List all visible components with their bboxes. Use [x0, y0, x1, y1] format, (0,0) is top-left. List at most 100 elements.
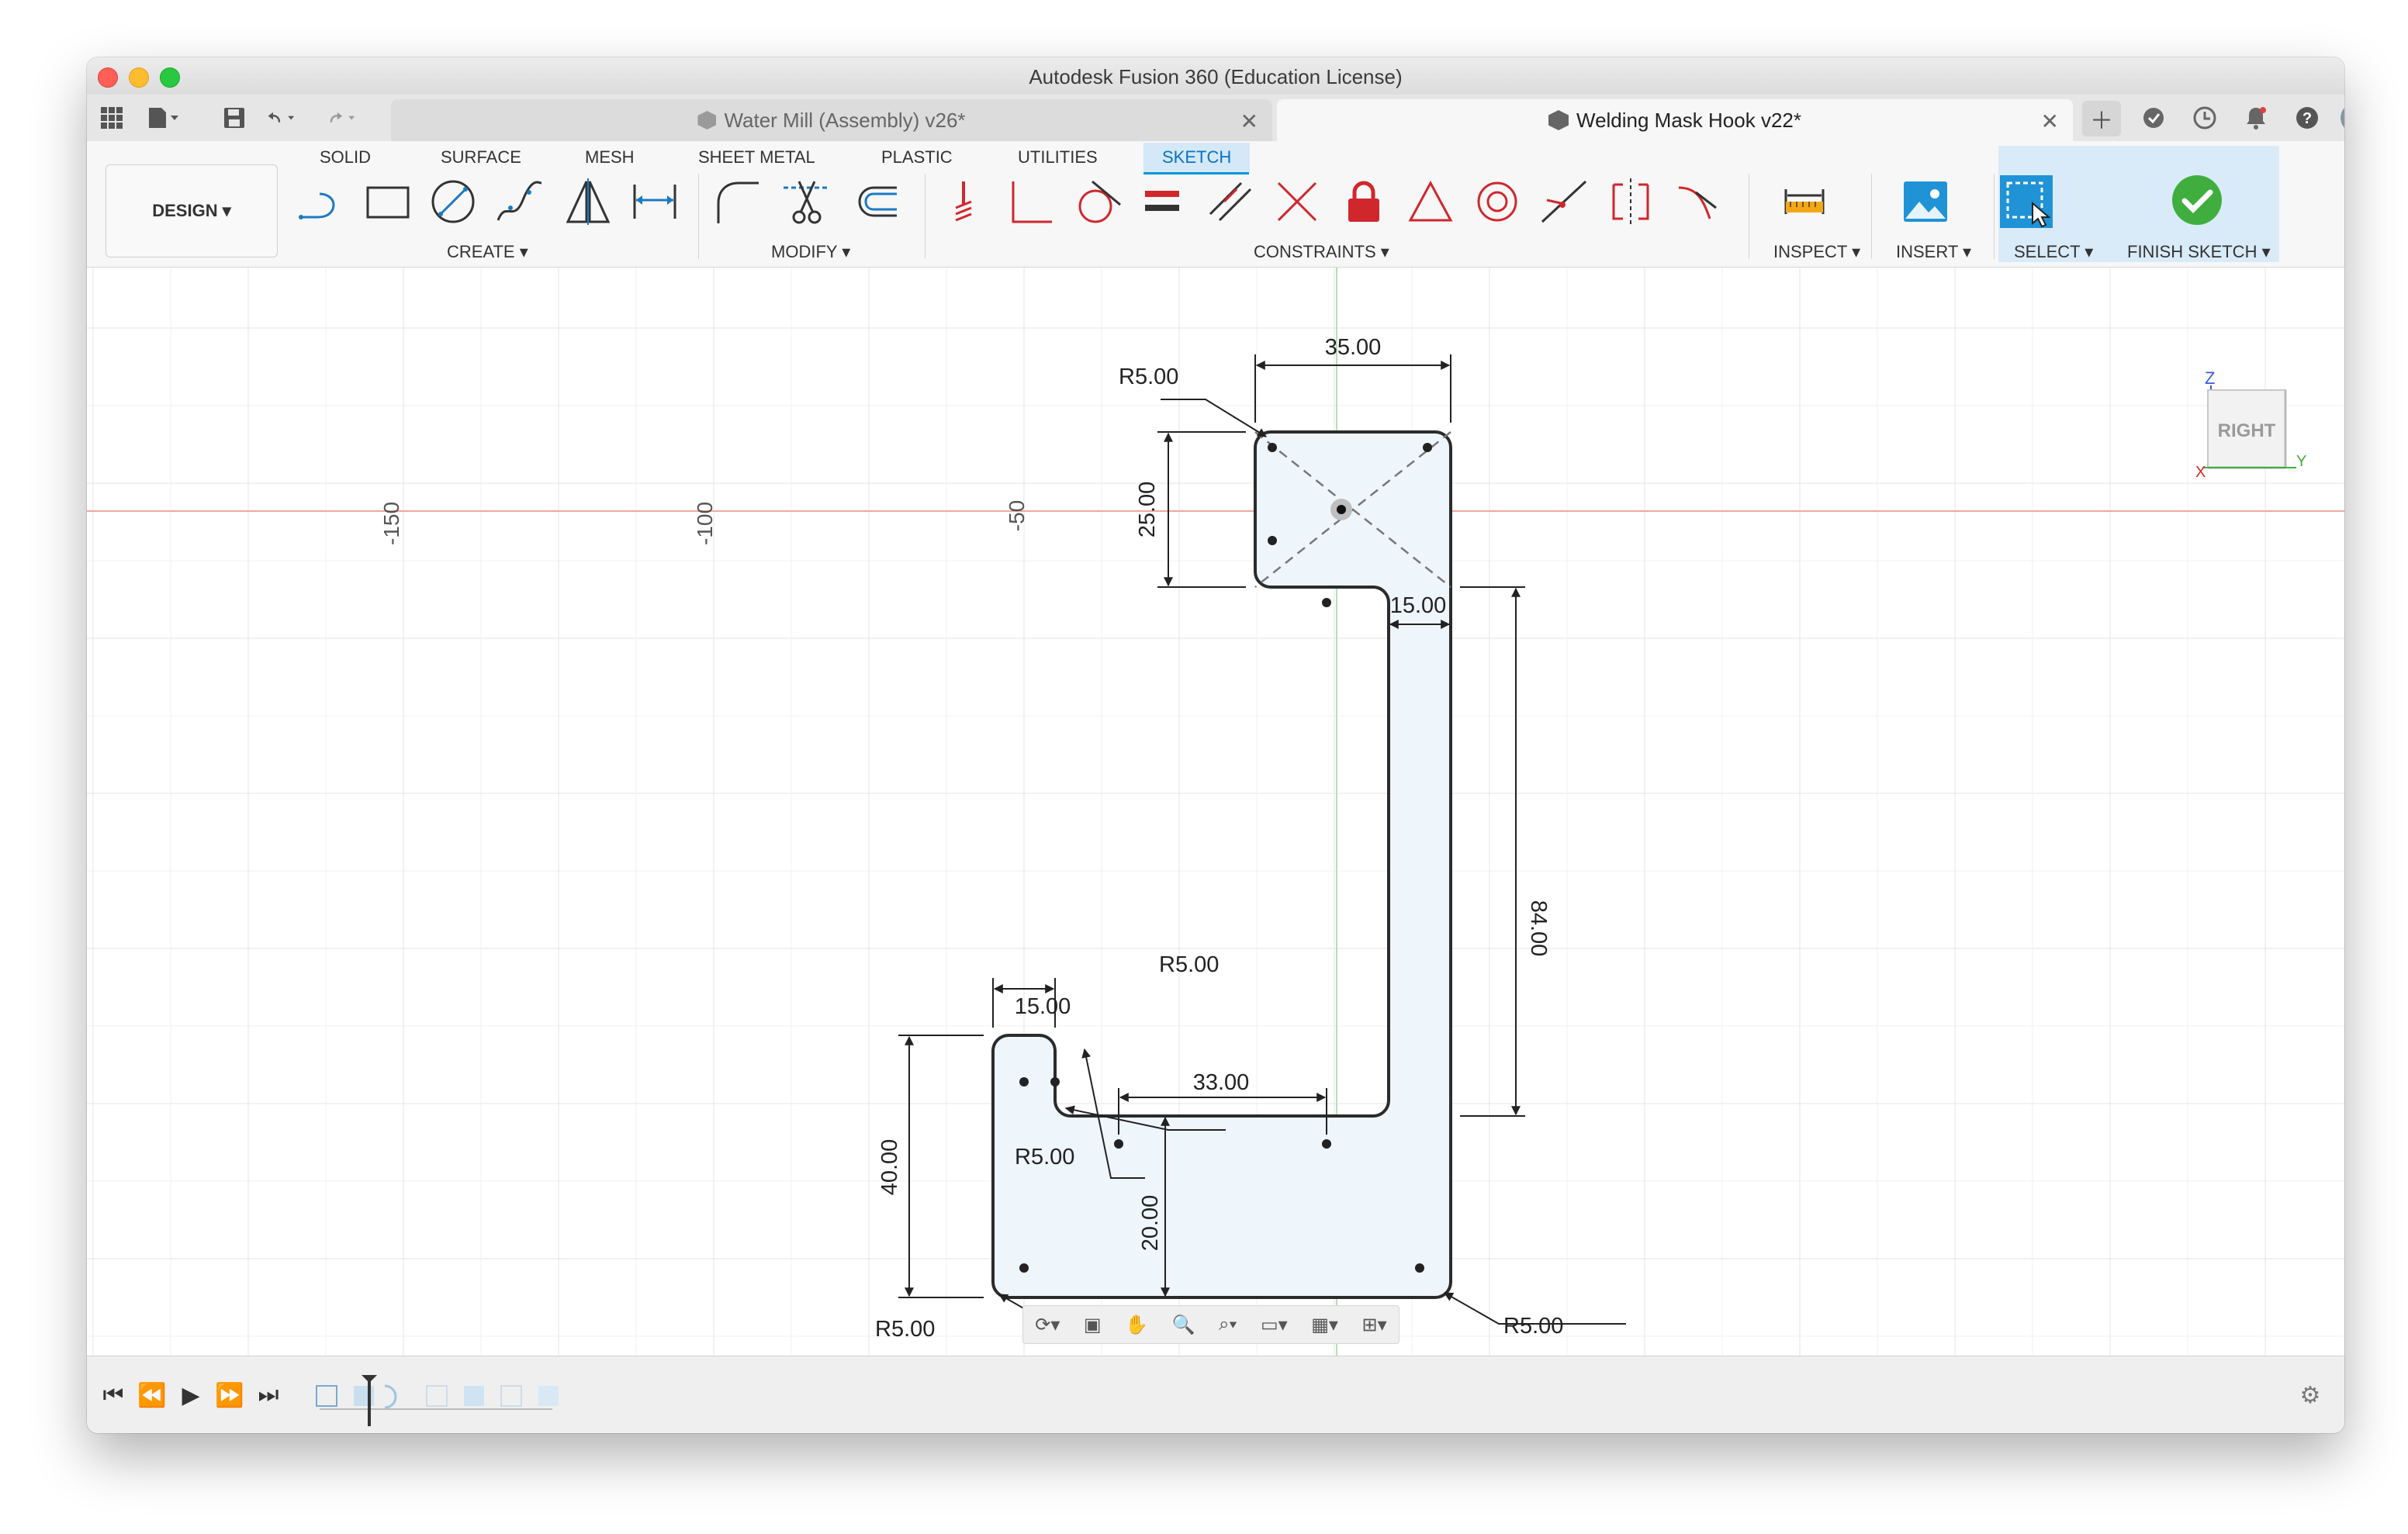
redo-icon[interactable]: [327, 102, 358, 133]
extensions-icon[interactable]: [2138, 102, 2169, 133]
tab-label: Water Mill (Assembly) v26*: [724, 108, 966, 132]
finish-sketch-menu[interactable]: FINISH SKETCH ▾: [2127, 242, 2271, 262]
group-separator: [1994, 174, 1995, 259]
mirror-tool-icon[interactable]: [563, 177, 613, 226]
help-icon[interactable]: ?: [2292, 102, 2323, 133]
tab-mesh[interactable]: MESH: [585, 147, 635, 168]
dimension-label-stem-width: 15.00: [1390, 593, 1447, 618]
viewcube[interactable]: Z RIGHT Y X: [2195, 368, 2306, 481]
viewcube-face-right: RIGHT: [2218, 420, 2276, 441]
symmetry-constraint-icon[interactable]: [1606, 177, 1656, 226]
constraints-menu[interactable]: CONSTRAINTS ▾: [1254, 242, 1389, 262]
file-icon[interactable]: [147, 102, 178, 133]
tab-sketch-underline: [1143, 172, 1249, 174]
look-at-icon[interactable]: ▣: [1084, 1314, 1102, 1336]
grid-settings-icon[interactable]: ▦▾: [1311, 1314, 1338, 1336]
dimension-label-inner-width: 33.00: [1193, 1070, 1250, 1095]
close-tab-icon[interactable]: ✕: [2041, 109, 2059, 134]
tab-surface[interactable]: SURFACE: [441, 147, 521, 168]
new-tab-icon[interactable]: ＋: [2082, 101, 2121, 136]
rectangle-tool-icon[interactable]: [363, 177, 413, 226]
modify-menu[interactable]: MODIFY ▾: [771, 242, 850, 262]
curvature-constraint-icon[interactable]: [1673, 177, 1722, 226]
window-title: Autodesk Fusion 360 (Education License): [1029, 65, 1403, 88]
circle-tool-icon[interactable]: [428, 177, 478, 226]
axis-label-minus-100: -100: [693, 502, 717, 545]
create-menu[interactable]: CREATE ▾: [447, 242, 528, 262]
last-icon[interactable]: ⏭: [253, 1380, 284, 1411]
concentric-constraint-icon[interactable]: [1472, 177, 1522, 226]
zoom-window-icon[interactable]: ⌕▾: [1219, 1314, 1237, 1335]
tab-sketch[interactable]: SKETCH: [1143, 143, 1251, 172]
timeline-features[interactable]: [312, 1372, 583, 1426]
fix-unfix-lock-icon[interactable]: [1339, 177, 1389, 226]
dimension-label-top-height: 25.00: [1135, 482, 1160, 538]
job-status-icon[interactable]: [2189, 102, 2220, 133]
dimension-label-bottom-left-radius: R5.00: [875, 1317, 935, 1342]
trim-tool-icon[interactable]: [780, 177, 830, 226]
equal-constraint-icon[interactable]: [1139, 177, 1188, 226]
notifications-icon[interactable]: [2240, 102, 2271, 133]
app-grid-icon[interactable]: [96, 102, 127, 133]
dimension-label-inner-radius: R5.00: [1015, 1145, 1074, 1170]
timeline-bar: ⏮ ⏪ ▶ ⏩ ⏭ ⚙: [87, 1356, 2344, 1433]
dimension-label-stem-height: 84.00: [1526, 900, 1551, 957]
perpendicular-constraint-icon[interactable]: [1272, 177, 1322, 226]
insert-menu[interactable]: INSERT ▾: [1896, 242, 1971, 262]
dimension-label-top-left-radius: R5.00: [1119, 364, 1178, 389]
tab-water-mill[interactable]: Water Mill (Assembly) v26* ✕: [391, 99, 1272, 141]
dimension-label-top-width: 35.00: [1325, 335, 1382, 360]
document-tab-bar: Water Mill (Assembly) v26* ✕ Welding Mas…: [87, 95, 2344, 142]
pan-icon[interactable]: ✋: [1125, 1314, 1148, 1336]
insert-image-icon[interactable]: [1901, 177, 1950, 226]
tab-utilities[interactable]: UTILITIES: [1018, 147, 1098, 168]
collinear-constraint-icon[interactable]: [1539, 177, 1589, 226]
spline-tool-icon[interactable]: [495, 177, 545, 226]
profile-icon[interactable]: [2340, 102, 2344, 133]
finish-sketch-check-icon[interactable]: [2171, 174, 2223, 226]
design-canvas[interactable]: 35.00 R5.00 25.00 15.00 84.00 R5.00 15.0…: [87, 268, 2344, 1356]
close-tab-icon[interactable]: ✕: [1240, 109, 1258, 134]
app-window: Autodesk Fusion 360 (Education License) …: [87, 57, 2344, 1433]
undo-icon[interactable]: [267, 102, 298, 133]
dimension-tool-icon[interactable]: [630, 177, 680, 226]
axis-label-minus-150: -150: [379, 502, 403, 545]
coincident-constraint-icon[interactable]: [939, 177, 988, 226]
group-separator: [1871, 174, 1872, 259]
offset-tool-icon[interactable]: [850, 177, 900, 226]
settings-gear-icon[interactable]: ⚙: [2295, 1380, 2326, 1411]
play-icon[interactable]: ▶: [175, 1380, 206, 1411]
dimension-label-lower-tab-width: 15.00: [1015, 994, 1071, 1019]
dimension-84: [1460, 586, 1525, 1117]
select-window-icon[interactable]: [1998, 174, 2054, 230]
toolbar-ribbon: SOLID SURFACE MESH SHEET METAL PLASTIC U…: [87, 141, 2344, 268]
select-menu[interactable]: SELECT ▾: [2014, 242, 2093, 262]
tab-sheet-metal[interactable]: SHEET METAL: [698, 147, 815, 168]
line-tool-icon[interactable]: [296, 177, 346, 226]
dimension-35: [1254, 354, 1451, 423]
next-icon[interactable]: ⏩: [214, 1380, 245, 1411]
title-bar: Autodesk Fusion 360 (Education License): [87, 57, 2344, 95]
workspace-switcher-button[interactable]: DESIGN ▾: [106, 164, 278, 257]
zoom-icon[interactable]: 🔍: [1172, 1314, 1195, 1336]
inspect-menu[interactable]: INSPECT ▾: [1773, 242, 1860, 262]
horizontal-vertical-constraint-icon[interactable]: [1005, 177, 1055, 226]
midpoint-constraint-icon[interactable]: [1406, 177, 1455, 226]
dimension-label-bottom-right-radius: R5.00: [1503, 1314, 1563, 1339]
tab-plastic[interactable]: PLASTIC: [881, 147, 953, 168]
tab-label: Welding Mask Hook v22*: [1576, 108, 1801, 132]
parallel-constraint-icon[interactable]: [1206, 177, 1255, 226]
viewports-icon[interactable]: ⊞▾: [1361, 1314, 1386, 1336]
tangent-constraint-icon[interactable]: [1072, 177, 1122, 226]
orbit-icon[interactable]: ⟳▾: [1035, 1314, 1060, 1336]
display-settings-icon[interactable]: ▭▾: [1261, 1314, 1288, 1336]
previous-icon[interactable]: ⏪: [137, 1380, 168, 1411]
save-icon[interactable]: [219, 102, 250, 133]
tab-welding-mask-hook[interactable]: Welding Mask Hook v22* ✕: [1277, 99, 2073, 141]
axis-label-minus-50: -50: [1005, 500, 1029, 531]
first-icon[interactable]: ⏮: [98, 1380, 129, 1411]
fillet-tool-icon[interactable]: [712, 177, 762, 226]
cube-icon: [697, 111, 717, 130]
tab-solid[interactable]: SOLID: [320, 147, 371, 168]
measure-ruler-icon[interactable]: [1780, 177, 1829, 226]
